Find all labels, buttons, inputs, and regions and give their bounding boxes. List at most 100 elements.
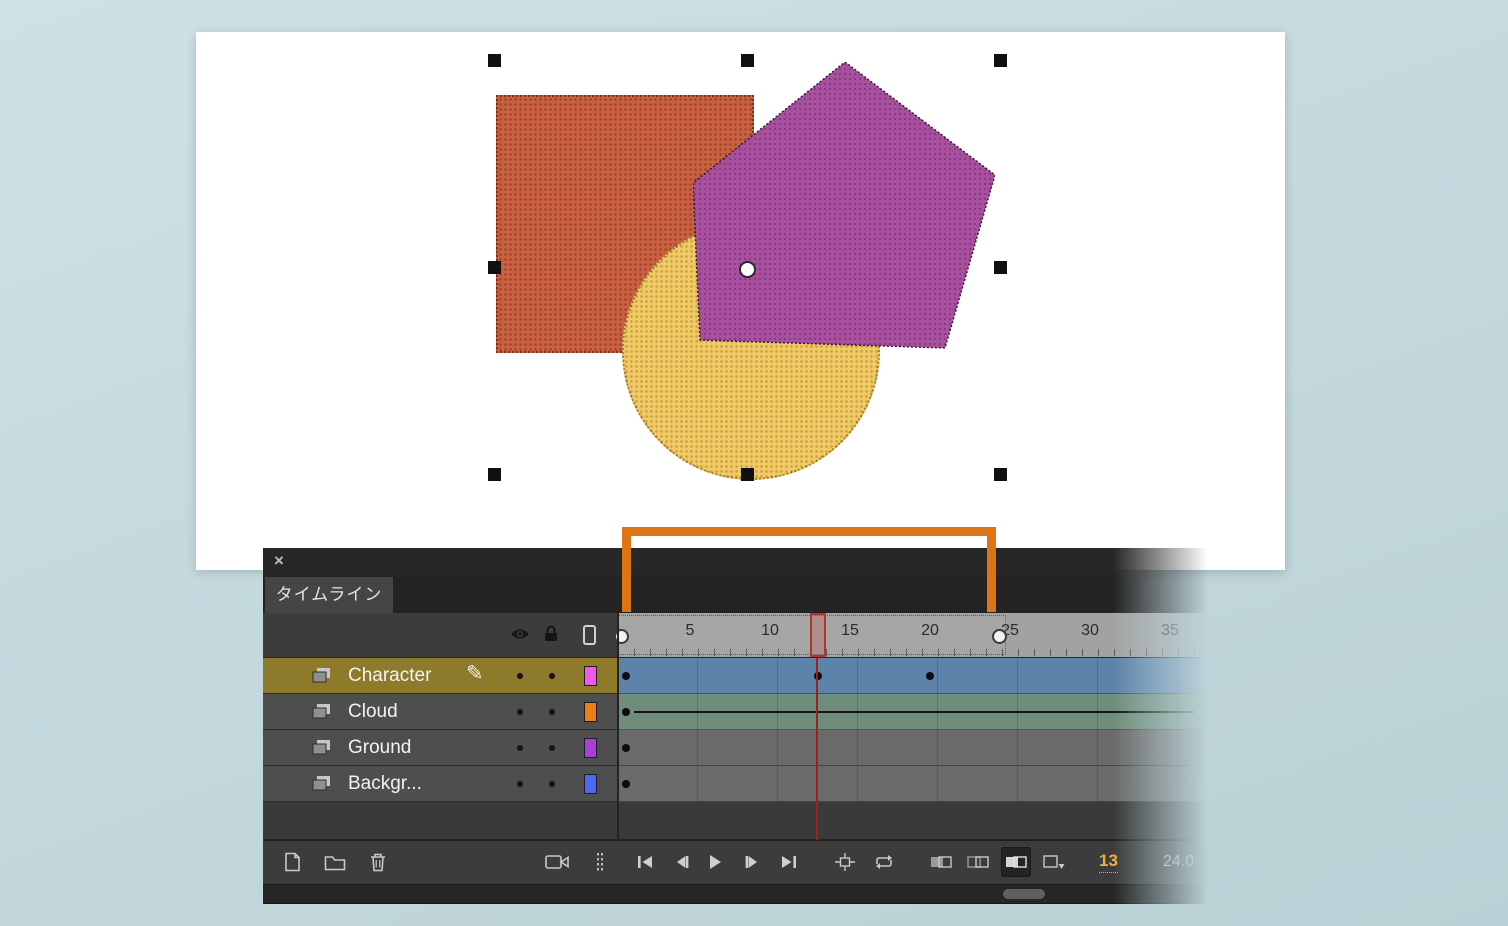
- center-frame-icon: [835, 853, 855, 871]
- tab-timeline[interactable]: タイムライン: [265, 577, 393, 613]
- layer-name: Character: [348, 658, 431, 693]
- playhead-line: [816, 658, 818, 840]
- playhead-marker[interactable]: [810, 613, 826, 657]
- pencil-icon: ✎: [466, 661, 484, 686]
- visibility-dot[interactable]: [517, 673, 523, 679]
- annotation-bracket: [622, 527, 996, 612]
- eye-icon[interactable]: [510, 627, 530, 641]
- show-parenting-view-button[interactable]: [585, 847, 615, 877]
- layer-controls-header: [263, 613, 618, 658]
- ruler-tick-label: 20: [921, 622, 939, 640]
- selection-handle[interactable]: [488, 54, 501, 67]
- step-forward-button[interactable]: [737, 847, 767, 877]
- timeline-toolbar: 13 24.0: [263, 840, 1208, 884]
- layer-icon: [311, 703, 332, 725]
- close-icon[interactable]: ×: [274, 551, 284, 571]
- step-back-button[interactable]: [667, 847, 697, 877]
- lock-dot[interactable]: [549, 673, 555, 679]
- timeline-ruler[interactable]: 5 10 15 20 25 30 35: [618, 613, 1208, 658]
- selection-handle[interactable]: [488, 468, 501, 481]
- edit-multiple-frames-icon: [1005, 854, 1027, 870]
- layer-row-character[interactable]: Character ✎: [263, 658, 618, 694]
- frame-rate-display[interactable]: 24.0: [1163, 853, 1194, 871]
- ruler-tick-label: 5: [686, 622, 695, 640]
- camera-icon: [545, 854, 569, 870]
- lock-dot[interactable]: [549, 745, 555, 751]
- ruler-tick-label: 15: [841, 622, 859, 640]
- visibility-dot[interactable]: [517, 709, 523, 715]
- layer-icon: [311, 667, 332, 689]
- ruler-tickmarks: [618, 649, 1208, 656]
- trash-icon: [369, 852, 387, 872]
- onion-end-handle[interactable]: [992, 629, 1007, 644]
- selection-handle[interactable]: [741, 54, 754, 67]
- step-back-icon: [675, 855, 689, 869]
- selection-handle[interactable]: [994, 468, 1007, 481]
- layer-row-ground[interactable]: Ground: [263, 730, 618, 766]
- scrollbar-track[interactable]: [263, 884, 1208, 903]
- shape-pentagon[interactable]: [693, 62, 995, 354]
- go-to-last-frame-button[interactable]: [774, 847, 804, 877]
- selection-handle[interactable]: [994, 54, 1007, 67]
- keyframe-dot[interactable]: [926, 672, 934, 680]
- outline-color-swatch[interactable]: [584, 738, 597, 758]
- loop-button[interactable]: [869, 847, 899, 877]
- layer-row-cloud[interactable]: Cloud: [263, 694, 618, 730]
- tween-line: [634, 711, 1194, 713]
- visibility-dot[interactable]: [517, 781, 523, 787]
- edit-multiple-frames-button[interactable]: [1001, 847, 1031, 877]
- loop-icon: [874, 854, 894, 870]
- ruler-tick-label: 30: [1081, 622, 1099, 640]
- lock-icon[interactable]: [544, 625, 558, 642]
- ruler-tick-label: 35: [1161, 622, 1179, 640]
- layer-icon: [311, 775, 332, 797]
- ruler-tick-label: 10: [761, 622, 779, 640]
- modify-markers-button[interactable]: [1039, 847, 1069, 877]
- onion-skin-icon: [930, 854, 952, 870]
- layer-name: Ground: [348, 730, 411, 765]
- selection-handle[interactable]: [488, 261, 501, 274]
- new-layer-button[interactable]: [278, 847, 308, 877]
- step-forward-icon: [745, 855, 759, 869]
- play-icon: [708, 854, 722, 870]
- lock-dot[interactable]: [549, 709, 555, 715]
- visibility-dot[interactable]: [517, 745, 523, 751]
- center-frame-button[interactable]: [830, 847, 860, 877]
- layer-track-character[interactable]: [618, 658, 1208, 694]
- layer-name: Cloud: [348, 694, 398, 729]
- add-camera-button[interactable]: [542, 847, 572, 877]
- go-to-first-frame-button[interactable]: [630, 847, 660, 877]
- new-folder-button[interactable]: [320, 847, 350, 877]
- current-frame-display[interactable]: 13: [1099, 851, 1118, 873]
- go-to-last-frame-icon: [781, 855, 797, 869]
- keyframe-dot[interactable]: [622, 708, 630, 716]
- lock-dot[interactable]: [549, 781, 555, 787]
- selection-handle[interactable]: [994, 261, 1007, 274]
- onion-skin-outlines-icon: [967, 854, 989, 870]
- keyframe-dot[interactable]: [622, 744, 630, 752]
- new-layer-icon: [283, 852, 303, 872]
- outline-color-swatch[interactable]: [584, 702, 597, 722]
- layer-row-background[interactable]: Backgr...: [263, 766, 618, 802]
- scrollbar-thumb[interactable]: [1003, 889, 1045, 899]
- play-button[interactable]: [700, 847, 730, 877]
- folder-icon: [324, 854, 346, 871]
- layer-track-background[interactable]: [618, 766, 1208, 802]
- keyframe-dot[interactable]: [622, 780, 630, 788]
- layer-name: Backgr...: [348, 766, 422, 801]
- onion-skin-button[interactable]: [926, 847, 956, 877]
- transform-point[interactable]: [739, 261, 756, 278]
- stage-canvas[interactable]: [196, 32, 1285, 570]
- outline-color-column-icon[interactable]: [583, 625, 596, 645]
- empty-track-area: [263, 802, 1208, 840]
- onion-skin-outlines-button[interactable]: [963, 847, 993, 877]
- outline-color-swatch[interactable]: [584, 774, 597, 794]
- layer-track-cloud[interactable]: [618, 694, 1208, 730]
- selection-handle[interactable]: [741, 468, 754, 481]
- layer-track-ground[interactable]: [618, 730, 1208, 766]
- outline-color-swatch[interactable]: [584, 666, 597, 686]
- modify-markers-icon: [1043, 854, 1065, 870]
- keyframe-dot[interactable]: [622, 672, 630, 680]
- delete-layer-button[interactable]: [363, 847, 393, 877]
- column-divider[interactable]: [617, 613, 619, 840]
